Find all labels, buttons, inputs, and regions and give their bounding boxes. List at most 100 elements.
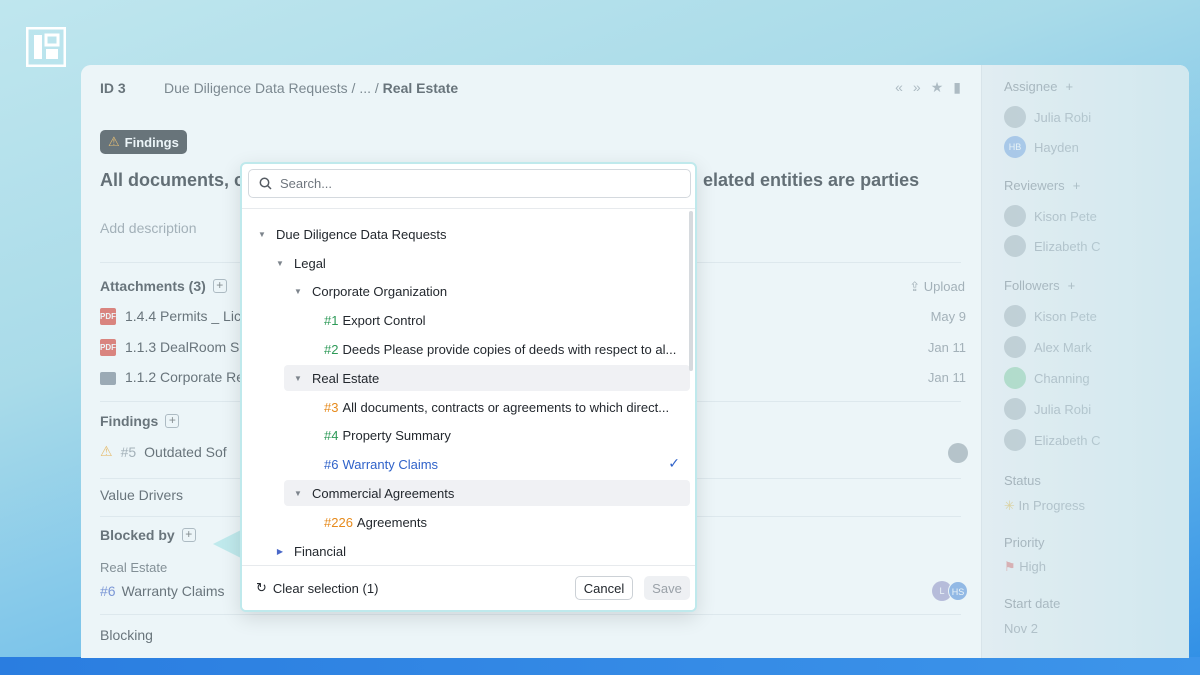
findings-badge[interactable]: ⚠ Findings (100, 130, 187, 154)
priority-value[interactable]: ⚑ High (1004, 559, 1046, 575)
avatar (1004, 336, 1026, 358)
search-input[interactable] (280, 176, 670, 191)
check-icon: ✓ (668, 455, 680, 471)
caret-down-icon[interactable]: ▼ (274, 259, 286, 268)
start-date-label: Start date (1004, 596, 1061, 611)
request-number: #3 (324, 399, 339, 415)
trash-icon[interactable]: ▮ (953, 79, 961, 96)
breadcrumb-current: Real Estate (382, 80, 459, 96)
right-panel: Assignee + Julia Robi HB Hayden Reviewers +… (981, 65, 1189, 658)
tree-leaf[interactable]: #226 Agreements (242, 509, 692, 535)
reviewer-item[interactable]: Kison Pete (1004, 205, 1097, 227)
add-assignee-button[interactable]: + (1065, 79, 1073, 94)
star-icon[interactable]: ★ (931, 79, 944, 96)
search-box[interactable] (248, 169, 691, 198)
caret-down-icon[interactable]: ▼ (292, 287, 304, 296)
tree-leaf-selected[interactable]: #6 Warranty Claims ✓ (242, 451, 692, 477)
task-title-tail[interactable]: elated entities are parties (703, 170, 919, 191)
blocking-heading[interactable]: Blocking (100, 627, 153, 643)
tree-node-label: Warranty Claims (342, 456, 439, 472)
caret-down-icon[interactable]: ▼ (292, 374, 304, 383)
blocked-by-row[interactable]: #6 Warranty Claims (100, 583, 225, 599)
follower-item[interactable]: Kison Pete (1004, 305, 1097, 327)
finding-number: #5 (120, 443, 137, 460)
flag-icon: ⚑ (1004, 559, 1016, 574)
followers-label-text: Followers (1004, 278, 1060, 293)
attachments-heading-label: Attachments (3) (100, 278, 206, 294)
tree-node[interactable]: ▼ Real Estate (284, 365, 690, 391)
collapse-left-icon[interactable]: « (895, 79, 903, 96)
save-button[interactable]: Save (644, 576, 690, 600)
value-drivers[interactable]: Value Drivers (100, 487, 183, 503)
cancel-button[interactable]: Cancel (575, 576, 633, 600)
expand-right-icon[interactable]: » (913, 79, 921, 96)
priority-text: High (1019, 559, 1047, 574)
tree-node[interactable]: ▼ Corporate Organization (242, 278, 692, 304)
follower-name: Elizabeth C (1034, 432, 1101, 448)
status-value[interactable]: ✳ In Progress (1004, 498, 1085, 514)
assignee-name: Julia Robi (1034, 109, 1092, 125)
tree-leaf[interactable]: #3 All documents, contracts or agreement… (242, 394, 692, 420)
follower-item[interactable]: Channing (1004, 367, 1090, 389)
add-description[interactable]: Add description (100, 220, 197, 236)
search-icon (259, 177, 272, 190)
caret-right-icon[interactable]: ▶ (274, 547, 286, 556)
tree-node[interactable]: ▶ Financial (242, 538, 692, 564)
tree-node[interactable]: ▼ Due Diligence Data Requests (242, 221, 692, 247)
finding-label[interactable]: Outdated Sof (144, 444, 227, 460)
attachment-name[interactable]: 1.4.4 Permits _ Lic (125, 308, 241, 324)
clear-selection-button[interactable]: ↻ Clear selection (1) (256, 580, 378, 596)
findings-heading-label: Findings (100, 413, 159, 429)
avatar (1004, 235, 1026, 257)
reviewer-name: Kison Pete (1034, 208, 1097, 224)
tree-node[interactable]: ▼ Legal (242, 250, 692, 276)
tree-node[interactable]: ▼ Commercial Agreements (284, 480, 690, 506)
attachment-name[interactable]: 1.1.2 Corporate Re (125, 369, 244, 385)
tree-node-label: Export Control (342, 312, 426, 328)
tree-leaf[interactable]: #2 Deeds Please provide copies of deeds … (242, 336, 692, 362)
assignee-label-text: Assignee (1004, 79, 1058, 94)
topbar-actions: « » ★ ▮ (895, 79, 961, 96)
avatar: HS (948, 581, 968, 601)
follower-item[interactable]: Julia Robi (1004, 398, 1091, 420)
app-logo (26, 27, 66, 67)
task-title[interactable]: All documents, c (100, 170, 244, 191)
blocked-item-label[interactable]: Warranty Claims (122, 583, 225, 599)
finding-row[interactable]: ⚠ #5 Outdated Sof (100, 443, 227, 460)
follower-name: Channing (1034, 370, 1090, 386)
attachment-name[interactable]: 1.1.3 DealRoom Se (125, 339, 247, 355)
refresh-icon: ↻ (256, 580, 267, 595)
attachment-date: Jan 11 (927, 340, 966, 355)
follower-name: Julia Robi (1034, 401, 1092, 417)
attachment-date: May 9 (930, 309, 966, 324)
request-number: #2 (324, 341, 339, 357)
add-attachment-button[interactable]: + (212, 279, 227, 293)
task-id: ID 3 (100, 80, 126, 96)
assignee-item[interactable]: HB Hayden (1004, 136, 1079, 158)
follower-item[interactable]: Alex Mark (1004, 336, 1092, 358)
divider (100, 614, 961, 615)
bottom-band (0, 657, 1200, 675)
add-follower-button[interactable]: + (1068, 278, 1076, 293)
tree-leaf[interactable]: #1 Export Control (242, 307, 692, 333)
breadcrumb-path[interactable]: Due Diligence Data Requests / ... / (164, 80, 383, 96)
tree-leaf[interactable]: #4 Property Summary (242, 422, 692, 448)
scrollbar[interactable] (689, 211, 693, 371)
upload-button[interactable]: ⇪ Upload (909, 279, 965, 295)
badge-label: Findings (124, 134, 179, 150)
add-reviewer-button[interactable]: + (1073, 178, 1081, 193)
breadcrumb[interactable]: Due Diligence Data Requests / ... / Real… (164, 80, 458, 96)
caret-down-icon[interactable]: ▼ (256, 230, 268, 239)
add-blocked-by-button[interactable]: + (181, 528, 196, 542)
start-date-value[interactable]: Nov 2 (1004, 621, 1038, 636)
follower-item[interactable]: Elizabeth C (1004, 429, 1100, 451)
add-finding-button[interactable]: + (165, 414, 180, 428)
reviewer-item[interactable]: Elizabeth C (1004, 235, 1100, 257)
caret-down-icon[interactable]: ▼ (292, 489, 304, 498)
request-number: #4 (324, 427, 339, 443)
tree-node-label: Agreements (356, 514, 428, 530)
priority-label: Priority (1004, 535, 1045, 550)
assignee-item[interactable]: Julia Robi (1004, 106, 1091, 128)
avatar (948, 443, 968, 463)
tree-node-label: All documents, contracts or agreements t… (342, 399, 670, 415)
